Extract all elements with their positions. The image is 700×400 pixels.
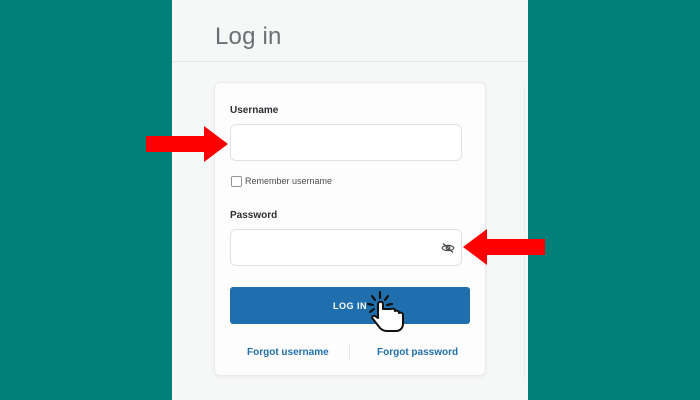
link-divider (349, 345, 350, 359)
red-arrow-icon (146, 126, 228, 162)
username-label: Username (230, 105, 279, 116)
password-input[interactable] (230, 229, 462, 266)
page-title: Log in (215, 23, 282, 50)
remember-username-checkbox[interactable] (231, 176, 242, 187)
red-arrow-icon (463, 229, 545, 265)
password-label: Password (230, 210, 278, 221)
forgot-password-link[interactable]: Forgot password (377, 347, 458, 358)
username-input[interactable] (230, 124, 462, 161)
title-divider (172, 61, 528, 62)
remember-username-label: Remember username (245, 176, 333, 186)
pointer-hand-click-icon (366, 290, 404, 332)
login-card: Username Remember username Password LOG … (214, 82, 486, 376)
eye-slash-icon[interactable] (441, 241, 455, 254)
login-panel: Log in Username Remember username Passwo… (172, 0, 528, 400)
forgot-username-link[interactable]: Forgot username (247, 347, 329, 358)
login-button[interactable]: LOG IN (230, 287, 470, 324)
